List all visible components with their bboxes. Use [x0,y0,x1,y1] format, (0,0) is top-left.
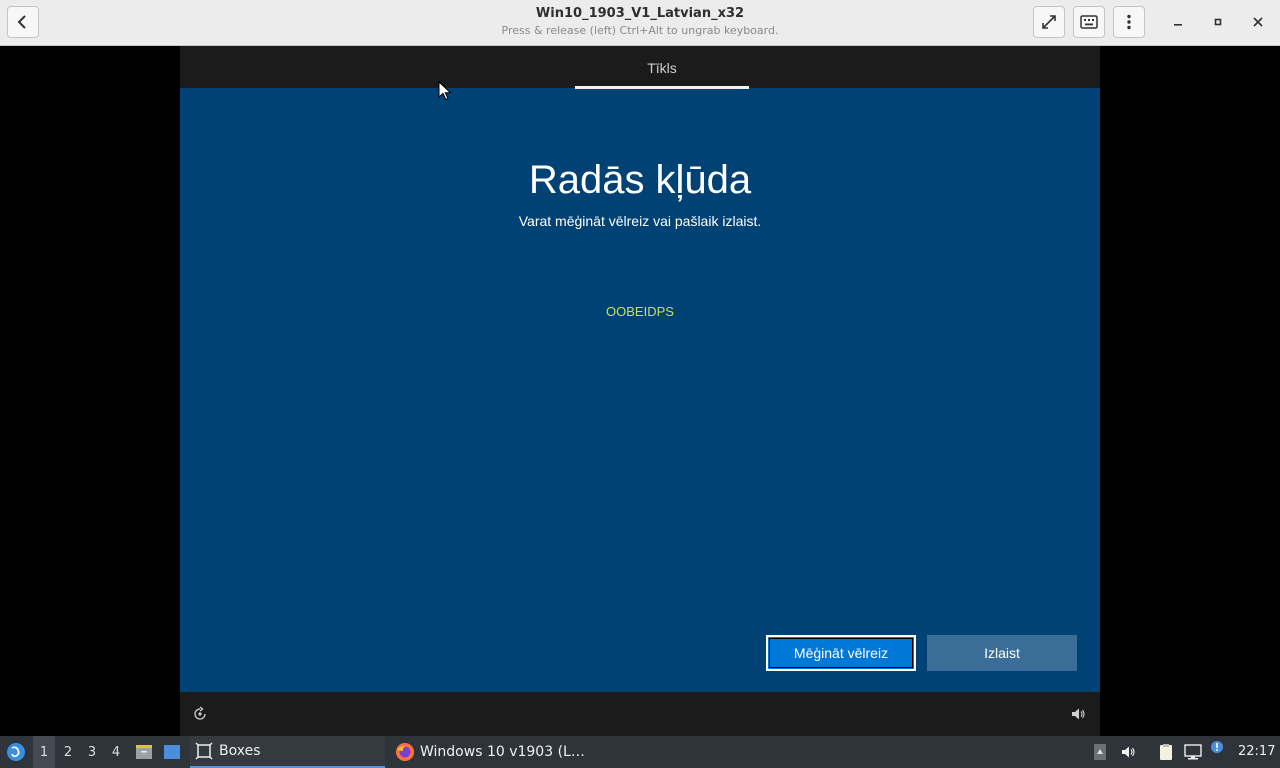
close-icon [1253,17,1263,27]
task-firefox[interactable]: Windows 10 v1903 (L… [392,736,592,768]
ease-of-access-icon [194,706,206,720]
clipboard-icon [1160,744,1172,760]
error-code: OOBEIDPS [606,304,674,319]
volume-icon [1122,746,1135,758]
boxes-icon [195,742,213,760]
desktop-icon [164,745,180,759]
kebab-menu-icon [1127,14,1131,30]
header-bar: Win10_1903_V1_Latvian_x32 Press & releas… [0,0,1280,46]
distro-logo-icon [7,743,25,761]
retry-button[interactable]: Mēģināt vēlreiz [766,635,916,671]
mouse-cursor-icon [438,81,452,101]
firefox-icon [396,743,414,761]
vm-display[interactable]: Tīkls Radās kļūda Varat mēģināt vēlreiz … [180,46,1100,736]
fullscreen-icon [1042,15,1056,29]
taskbar: 1 2 3 4 Boxes Windows 10 v1903 (L… 22:17 [0,736,1280,768]
tray-volume[interactable] [1118,736,1138,768]
alert-icon [1211,741,1223,753]
file-manager-icon [136,745,152,759]
close-button[interactable] [1248,12,1268,32]
menu-button[interactable] [1113,6,1145,38]
tray-scroll-button[interactable] [1091,736,1109,768]
fullscreen-button[interactable] [1033,6,1065,38]
show-desktop-button[interactable] [162,736,182,768]
minimize-button[interactable] [1168,12,1188,32]
page-title: Radās kļūda [528,158,752,202]
start-menu-button[interactable] [4,736,28,768]
maximize-icon [1214,18,1222,26]
task-firefox-label: Windows 10 v1903 (L… [420,744,585,760]
workspace-3[interactable]: 3 [81,736,103,768]
task-boxes[interactable]: Boxes [190,736,385,768]
minimize-icon [1174,24,1182,26]
keyboard-icon [1080,15,1098,29]
workspace-2[interactable]: 2 [57,736,79,768]
skip-button[interactable]: Izlaist [927,635,1077,671]
tab-underline [575,86,749,89]
keyboard-button[interactable] [1073,6,1105,38]
workspace-4[interactable]: 4 [105,736,127,768]
network-icon [1184,744,1202,760]
tray-clipboard[interactable] [1156,736,1176,768]
speaker-icon [1072,708,1085,720]
tray-notification[interactable] [1208,736,1226,768]
tray-arrow-icon [1094,744,1106,760]
tab-network: Tīkls [647,60,677,76]
file-manager-launcher[interactable] [134,736,154,768]
workspace-1[interactable]: 1 [33,736,55,768]
oobe-footer [180,692,1100,736]
ease-of-access-button[interactable] [192,706,208,727]
page-subtitle: Varat mēģināt vēlreiz vai pašlaik izlais… [518,213,762,229]
tray-network[interactable] [1182,736,1204,768]
clock[interactable]: 22:17 [1238,744,1275,759]
task-boxes-label: Boxes [219,743,261,759]
oobe-progress-bar: Tīkls [180,46,1100,89]
vm-volume-button[interactable] [1070,706,1086,727]
maximize-button[interactable] [1208,12,1228,32]
